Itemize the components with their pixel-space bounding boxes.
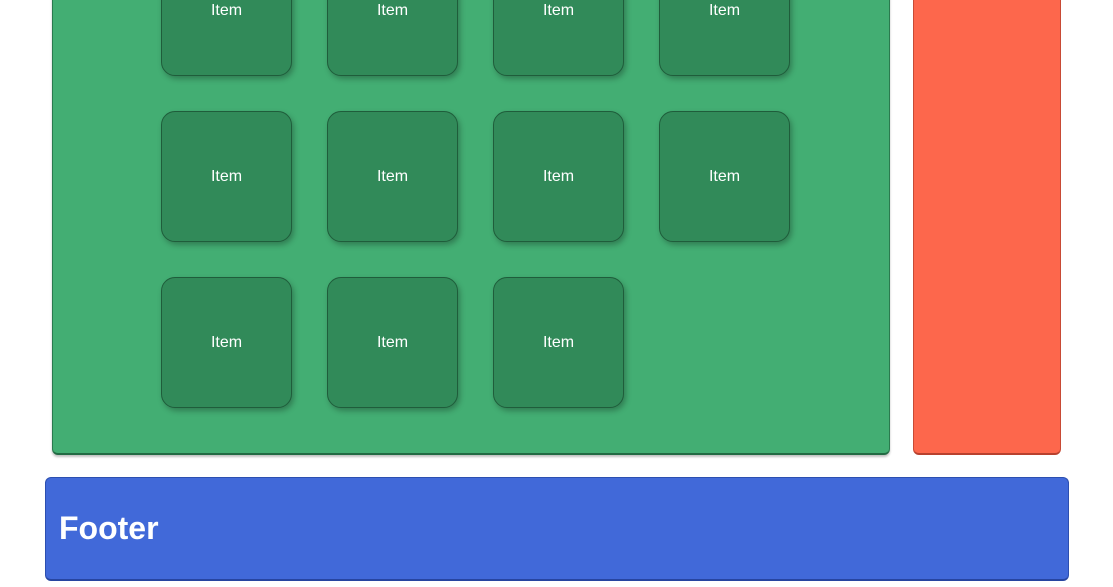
item-grid: Item Item Item Item Item Item Item Item …	[161, 0, 801, 453]
grid-item[interactable]: Item	[327, 111, 458, 242]
grid-item-label: Item	[542, 1, 575, 19]
grid-item[interactable]: Item	[161, 0, 292, 76]
grid-item[interactable]: Item	[493, 277, 624, 408]
footer: Footer	[45, 477, 1069, 581]
grid-item[interactable]: Item	[161, 277, 292, 408]
grid-item-label: Item	[542, 167, 575, 185]
grid-item[interactable]: Item	[161, 111, 292, 242]
footer-title: Footer	[59, 510, 159, 546]
grid-item-label: Item	[210, 167, 243, 185]
grid-item[interactable]: Item	[493, 111, 624, 242]
grid-item[interactable]: Item	[659, 111, 790, 242]
main-content-panel: Item Item Item Item Item Item Item Item …	[52, 0, 890, 455]
grid-item-label: Item	[708, 167, 741, 185]
grid-item[interactable]: Item	[659, 0, 790, 76]
grid-item-label: Item	[376, 333, 409, 351]
grid-item-label: Item	[210, 333, 243, 351]
grid-item[interactable]: Item	[327, 277, 458, 408]
grid-item[interactable]: Item	[327, 0, 458, 76]
sidebar-panel	[913, 0, 1061, 455]
grid-item-label: Item	[376, 1, 409, 19]
grid-item-label: Item	[210, 1, 243, 19]
grid-item-label: Item	[376, 167, 409, 185]
grid-item-label: Item	[542, 333, 575, 351]
grid-item[interactable]: Item	[493, 0, 624, 76]
grid-item-label: Item	[708, 1, 741, 19]
